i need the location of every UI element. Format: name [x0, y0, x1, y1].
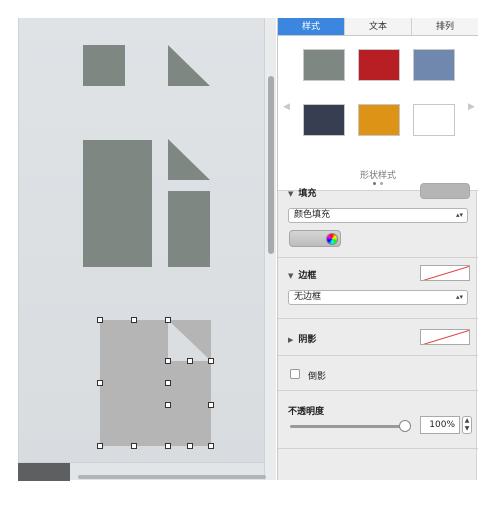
selection-handle[interactable] — [208, 358, 214, 364]
selection-handle[interactable] — [165, 443, 171, 449]
no-color-slash — [421, 330, 469, 344]
selection-handle[interactable] — [187, 443, 193, 449]
section-divider — [278, 318, 478, 319]
selection-handle[interactable] — [165, 358, 171, 364]
selection-handle[interactable] — [97, 443, 103, 449]
corner-triangle-shape[interactable] — [168, 139, 210, 180]
shadow-heading[interactable]: ▶ 阴影 — [288, 332, 316, 345]
updown-arrows-icon: ▴▾ — [455, 293, 463, 301]
style-swatch-navy[interactable] — [303, 104, 345, 136]
tall-rectangle-shape[interactable] — [83, 140, 152, 267]
tab-arrange[interactable]: 排列 — [412, 18, 478, 35]
opacity-slider-knob[interactable] — [399, 420, 411, 432]
document-canvas[interactable] — [18, 18, 276, 480]
selection-handle[interactable] — [131, 443, 137, 449]
chevron-left-icon[interactable]: ◀ — [283, 102, 290, 112]
reflection-checkbox[interactable] — [290, 369, 300, 379]
tab-style[interactable]: 样式 — [278, 18, 345, 35]
selection-handle[interactable] — [131, 317, 137, 323]
format-inspector: 样式 文本 排列 ◀ ▶ 形状样式 ▼ 填充 颜色填充 ▴▾ ▼ 边框 无边框 ▴▾ — [277, 18, 478, 480]
no-color-slash — [421, 266, 469, 280]
fill-heading[interactable]: ▼ 填充 — [288, 186, 316, 199]
style-swatch-blue[interactable] — [413, 49, 455, 81]
border-heading[interactable]: ▼ 边框 — [288, 268, 316, 281]
shape-styles-pane: ◀ ▶ 形状样式 — [278, 36, 478, 191]
opacity-field[interactable]: 100% — [420, 416, 460, 434]
section-divider — [278, 257, 478, 258]
disclosure-down-icon[interactable]: ▼ — [288, 190, 293, 198]
selection-handle[interactable] — [208, 402, 214, 408]
updown-arrows-icon: ▴▾ — [455, 211, 463, 219]
section-divider — [278, 448, 478, 449]
shape-styles-label: 形状样式 — [359, 171, 396, 181]
selected-small-rectangle-shape[interactable] — [168, 361, 211, 446]
style-swatch-orange[interactable] — [358, 104, 400, 136]
style-swatch-gray[interactable] — [303, 49, 345, 81]
chevron-right-icon[interactable]: ▶ — [468, 102, 475, 112]
vertical-scrollbar[interactable] — [264, 18, 276, 480]
square-shape[interactable] — [83, 45, 125, 86]
triangle-shape[interactable] — [168, 45, 210, 86]
color-wheel-icon[interactable] — [326, 233, 338, 245]
fill-color-button[interactable] — [289, 230, 341, 247]
fill-type-select[interactable]: 颜色填充 ▴▾ — [288, 208, 468, 223]
page-thumbnail-block — [18, 463, 70, 481]
selection-handle[interactable] — [208, 443, 214, 449]
selection-handle[interactable] — [165, 380, 171, 386]
inspector-tabs: 样式 文本 排列 — [278, 18, 478, 36]
reflection-label: 倒影 — [308, 372, 327, 382]
disclosure-down-icon[interactable]: ▼ — [288, 272, 293, 280]
opacity-slider[interactable] — [290, 425, 408, 428]
selected-rectangle-shape[interactable] — [100, 320, 168, 446]
style-swatch-red[interactable] — [358, 49, 400, 81]
style-swatch-white[interactable] — [413, 104, 455, 136]
small-rectangle-shape[interactable] — [168, 191, 210, 267]
section-divider — [278, 355, 478, 356]
selection-handle[interactable] — [187, 358, 193, 364]
selected-fold-shade-shape — [168, 320, 211, 361]
selection-handle[interactable] — [97, 380, 103, 386]
page-dot-active[interactable] — [373, 182, 376, 185]
selection-handle[interactable] — [97, 317, 103, 323]
shadow-color-well[interactable] — [420, 329, 470, 345]
page-dot[interactable] — [380, 182, 383, 185]
tab-text[interactable]: 文本 — [345, 18, 412, 35]
vertical-scroll-thumb[interactable] — [268, 76, 274, 254]
opacity-label: 不透明度 — [288, 407, 325, 417]
border-color-well[interactable] — [420, 265, 470, 281]
section-divider — [278, 390, 478, 391]
horizontal-scrollbar[interactable] — [18, 462, 266, 481]
selection-handle[interactable] — [165, 317, 171, 323]
horizontal-scroll-thumb[interactable] — [78, 475, 266, 479]
border-type-select[interactable]: 无边框 ▴▾ — [288, 290, 468, 305]
fill-color-well[interactable] — [420, 183, 470, 199]
disclosure-right-icon[interactable]: ▶ — [288, 336, 293, 344]
opacity-stepper[interactable]: ▲ ▼ — [462, 416, 472, 434]
selection-handle[interactable] — [165, 402, 171, 408]
